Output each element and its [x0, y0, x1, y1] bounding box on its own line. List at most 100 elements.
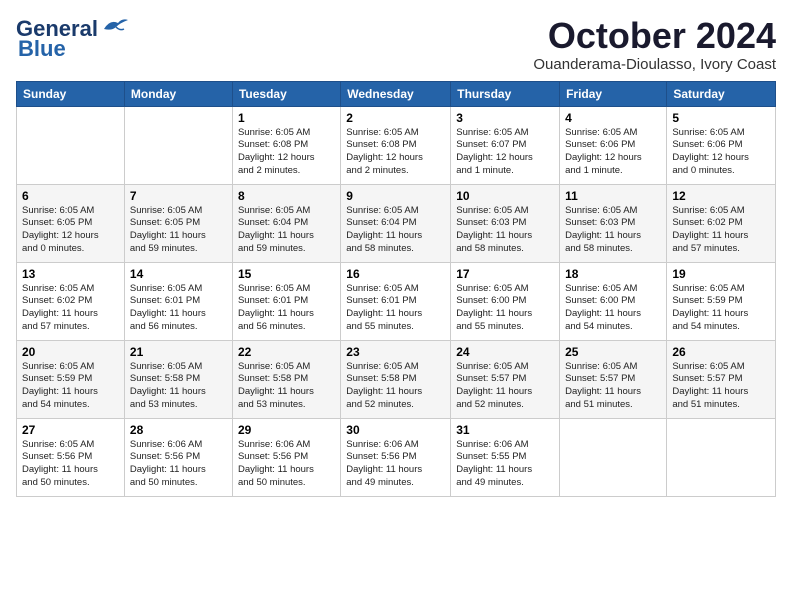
day-info: Sunrise: 6:05 AM Sunset: 6:06 PM Dayligh…: [565, 127, 661, 178]
calendar-cell: 16Sunrise: 6:05 AM Sunset: 6:01 PM Dayli…: [341, 262, 451, 340]
calendar-cell: 23 Sunrise: 6:05 AM Sunset: 5:58 PM Dayli…: [341, 340, 451, 418]
day-info: Sunrise: 6:05 AM Sunset: 6:01 PM Dayligh…: [238, 283, 335, 334]
weekday-header-saturday: Saturday: [667, 81, 776, 106]
weekday-header-monday: Monday: [124, 81, 232, 106]
day-number: 26: [672, 345, 770, 359]
day-info: Sunrise: 6:05 AM Sunset: 6:04 PM Dayligh…: [346, 205, 445, 256]
day-number: 22: [238, 345, 335, 359]
day-number: 14: [130, 267, 227, 281]
day-info: Sunrise: 6:06 AM Sunset: 5:56 PM Dayligh…: [346, 439, 445, 490]
day-number: 19: [672, 267, 770, 281]
calendar-cell: 14 Sunrise: 6:05 AM Sunset: 6:01 PM Dayli…: [124, 262, 232, 340]
day-info: Sunrise: 6:05 AM Sunset: 6:03 PM Dayligh…: [456, 205, 554, 256]
calendar-cell: 6Sunrise: 6:05 AM Sunset: 6:05 PM Daylig…: [17, 184, 125, 262]
logo: General Blue: [16, 16, 130, 62]
day-number: 24: [456, 345, 554, 359]
day-number: 17: [456, 267, 554, 281]
calendar-cell: 24 Sunrise: 6:05 AM Sunset: 5:57 PM Dayli…: [451, 340, 560, 418]
calendar-cell: 18Sunrise: 6:05 AM Sunset: 6:00 PM Dayli…: [560, 262, 667, 340]
calendar-week-row: 20 Sunrise: 6:05 AM Sunset: 5:59 PM Dayli…: [17, 340, 776, 418]
day-number: 15: [238, 267, 335, 281]
calendar-cell: 30 Sunrise: 6:06 AM Sunset: 5:56 PM Dayli…: [341, 418, 451, 496]
calendar-cell: 3 Sunrise: 6:05 AM Sunset: 6:07 PM Daylig…: [451, 106, 560, 184]
day-info: Sunrise: 6:05 AM Sunset: 5:59 PM Dayligh…: [22, 361, 119, 412]
day-info: Sunrise: 6:05 AM Sunset: 6:04 PM Dayligh…: [238, 205, 335, 256]
calendar-cell: 26Sunrise: 6:05 AM Sunset: 5:57 PM Dayli…: [667, 340, 776, 418]
day-number: 30: [346, 423, 445, 437]
day-number: 13: [22, 267, 119, 281]
day-info: Sunrise: 6:05 AM Sunset: 5:58 PM Dayligh…: [346, 361, 445, 412]
day-info: Sunrise: 6:05 AM Sunset: 5:58 PM Dayligh…: [130, 361, 227, 412]
calendar-table: SundayMondayTuesdayWednesdayThursdayFrid…: [16, 81, 776, 497]
calendar-cell: 12 Sunrise: 6:05 AM Sunset: 6:02 PM Dayli…: [667, 184, 776, 262]
calendar-cell: 7 Sunrise: 6:05 AM Sunset: 6:05 PM Daylig…: [124, 184, 232, 262]
weekday-header-thursday: Thursday: [451, 81, 560, 106]
calendar-cell: 5 Sunrise: 6:05 AM Sunset: 6:06 PM Daylig…: [667, 106, 776, 184]
calendar-cell: 27 Sunrise: 6:05 AM Sunset: 5:56 PM Dayli…: [17, 418, 125, 496]
calendar-week-row: 6 Sunrise: 6:05 AM Sunset: 6:05 PM Daylig…: [17, 184, 776, 262]
calendar-week-row: 1Sunrise: 6:05 AM Sunset: 6:08 PM Daylig…: [17, 106, 776, 184]
calendar-cell: 2Sunrise: 6:05 AM Sunset: 6:08 PM Daylig…: [341, 106, 451, 184]
day-number: 27: [22, 423, 119, 437]
day-number: 31: [456, 423, 554, 437]
day-number: 6: [22, 189, 119, 203]
day-info: Sunrise: 6:05 AM Sunset: 5:59 PM Dayligh…: [672, 283, 770, 334]
calendar-cell: 25 Sunrise: 6:05 AM Sunset: 5:57 PM Dayli…: [560, 340, 667, 418]
month-title: October 2024: [533, 16, 776, 56]
calendar-cell: 31 Sunrise: 6:06 AM Sunset: 5:55 PM Dayli…: [451, 418, 560, 496]
day-number: 12: [672, 189, 770, 203]
day-info: Sunrise: 6:05 AM Sunset: 6:05 PM Dayligh…: [130, 205, 227, 256]
day-number: 2: [346, 111, 445, 125]
day-number: 9: [346, 189, 445, 203]
page-header: General Blue October 2024 Ouanderama-Dio…: [16, 16, 776, 73]
calendar-cell: 17 Sunrise: 6:05 AM Sunset: 6:00 PM Dayli…: [451, 262, 560, 340]
day-info: Sunrise: 6:05 AM Sunset: 6:02 PM Dayligh…: [672, 205, 770, 256]
day-number: 5: [672, 111, 770, 125]
day-info: Sunrise: 6:06 AM Sunset: 5:56 PM Dayligh…: [130, 439, 227, 490]
calendar-cell: [124, 106, 232, 184]
day-info: Sunrise: 6:05 AM Sunset: 6:01 PM Dayligh…: [130, 283, 227, 334]
day-number: 4: [565, 111, 661, 125]
day-info: Sunrise: 6:05 AM Sunset: 6:06 PM Dayligh…: [672, 127, 770, 178]
calendar-cell: 9 Sunrise: 6:05 AM Sunset: 6:04 PM Daylig…: [341, 184, 451, 262]
calendar-cell: 10Sunrise: 6:05 AM Sunset: 6:03 PM Dayli…: [451, 184, 560, 262]
weekday-header-friday: Friday: [560, 81, 667, 106]
day-number: 23: [346, 345, 445, 359]
day-number: 21: [130, 345, 227, 359]
day-number: 8: [238, 189, 335, 203]
weekday-header-row: SundayMondayTuesdayWednesdayThursdayFrid…: [17, 81, 776, 106]
day-number: 20: [22, 345, 119, 359]
calendar-cell: 28 Sunrise: 6:06 AM Sunset: 5:56 PM Dayli…: [124, 418, 232, 496]
calendar-cell: 8 Sunrise: 6:05 AM Sunset: 6:04 PM Daylig…: [232, 184, 340, 262]
calendar-cell: 4 Sunrise: 6:05 AM Sunset: 6:06 PM Daylig…: [560, 106, 667, 184]
day-info: Sunrise: 6:05 AM Sunset: 5:56 PM Dayligh…: [22, 439, 119, 490]
day-number: 28: [130, 423, 227, 437]
calendar-cell: 22 Sunrise: 6:05 AM Sunset: 5:58 PM Dayli…: [232, 340, 340, 418]
calendar-cell: 13 Sunrise: 6:05 AM Sunset: 6:02 PM Dayli…: [17, 262, 125, 340]
calendar-cell: 21 Sunrise: 6:05 AM Sunset: 5:58 PM Dayli…: [124, 340, 232, 418]
day-number: 25: [565, 345, 661, 359]
day-info: Sunrise: 6:05 AM Sunset: 5:57 PM Dayligh…: [456, 361, 554, 412]
day-info: Sunrise: 6:05 AM Sunset: 6:07 PM Dayligh…: [456, 127, 554, 178]
day-number: 29: [238, 423, 335, 437]
day-info: Sunrise: 6:05 AM Sunset: 6:00 PM Dayligh…: [456, 283, 554, 334]
day-number: 7: [130, 189, 227, 203]
logo-blue: Blue: [18, 36, 66, 62]
day-info: Sunrise: 6:05 AM Sunset: 6:02 PM Dayligh…: [22, 283, 119, 334]
calendar-cell: 1Sunrise: 6:05 AM Sunset: 6:08 PM Daylig…: [232, 106, 340, 184]
logo-bird-icon: [100, 15, 130, 37]
day-info: Sunrise: 6:05 AM Sunset: 5:58 PM Dayligh…: [238, 361, 335, 412]
day-number: 3: [456, 111, 554, 125]
calendar-cell: [667, 418, 776, 496]
calendar-week-row: 13 Sunrise: 6:05 AM Sunset: 6:02 PM Dayli…: [17, 262, 776, 340]
calendar-cell: 11Sunrise: 6:05 AM Sunset: 6:03 PM Dayli…: [560, 184, 667, 262]
day-number: 18: [565, 267, 661, 281]
day-info: Sunrise: 6:05 AM Sunset: 5:57 PM Dayligh…: [565, 361, 661, 412]
title-block: October 2024 Ouanderama-Dioulasso, Ivory…: [533, 16, 776, 73]
weekday-header-tuesday: Tuesday: [232, 81, 340, 106]
calendar-cell: 20 Sunrise: 6:05 AM Sunset: 5:59 PM Dayli…: [17, 340, 125, 418]
calendar-week-row: 27 Sunrise: 6:05 AM Sunset: 5:56 PM Dayli…: [17, 418, 776, 496]
calendar-cell: 29Sunrise: 6:06 AM Sunset: 5:56 PM Dayli…: [232, 418, 340, 496]
location-title: Ouanderama-Dioulasso, Ivory Coast: [533, 56, 776, 73]
day-info: Sunrise: 6:06 AM Sunset: 5:55 PM Dayligh…: [456, 439, 554, 490]
